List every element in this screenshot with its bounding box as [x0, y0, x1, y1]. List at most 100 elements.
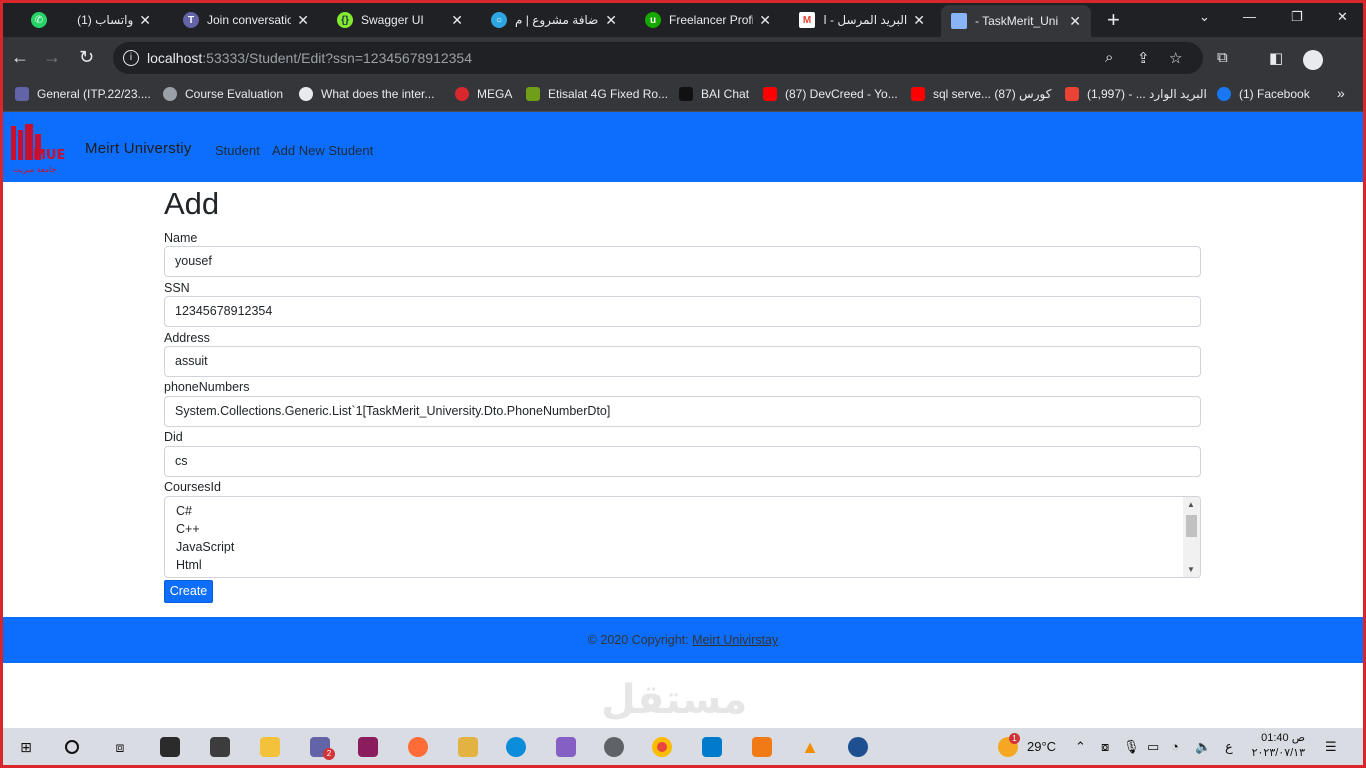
scroll-down-icon[interactable]: ▼ — [1187, 565, 1195, 574]
postman-icon[interactable] — [407, 736, 429, 758]
address-bar[interactable]: i localhost:53333/Student/Edit?ssn=12345… — [113, 42, 1203, 74]
bookmark-item[interactable]: BAI Chat — [679, 87, 749, 101]
bookmark-item[interactable]: General (ITP.22/23.... — [15, 87, 151, 101]
courses-multiselect[interactable]: C# C++ JavaScript Html ▲ ▼ — [164, 496, 1201, 578]
pdf-reader-icon[interactable] — [751, 736, 773, 758]
temperature-text[interactable]: 29°C — [1027, 739, 1056, 754]
restore-icon[interactable]: ❐ — [1291, 9, 1303, 25]
file-explorer-icon[interactable] — [259, 736, 281, 758]
course-option[interactable]: Html — [176, 558, 202, 572]
media-player-icon[interactable] — [847, 736, 869, 758]
address-input[interactable]: assuit — [164, 346, 1201, 377]
browser-tab-gmail[interactable]: M البريد المرسل - ا ✕ — [789, 5, 935, 35]
windows-start-icon[interactable]: ⊞ — [15, 736, 37, 758]
bookmark-item[interactable]: sql serve... كورس (87) — [911, 87, 1051, 101]
meet-now-icon[interactable]: ⧇ — [1101, 739, 1109, 755]
bookmark-label: (87) DevCreed - Yo... — [785, 87, 898, 101]
bookmark-item[interactable]: Course Evaluation — [163, 87, 283, 101]
navbar-brand[interactable]: Meirt Universtiy — [85, 140, 192, 157]
store-icon[interactable] — [159, 736, 181, 758]
close-tab-icon[interactable]: ✕ — [1069, 13, 1081, 30]
did-input[interactable]: cs — [164, 446, 1201, 477]
watermark: مستقل — [601, 677, 748, 723]
gmail-icon — [1065, 87, 1079, 101]
create-button[interactable]: Create — [164, 580, 213, 603]
bookmark-item[interactable]: MEGA — [455, 87, 512, 101]
vscode-icon[interactable] — [701, 736, 723, 758]
edge-icon[interactable] — [505, 736, 527, 758]
close-tab-icon[interactable]: ✕ — [759, 12, 771, 29]
close-tab-icon[interactable]: ✕ — [913, 12, 925, 29]
battery-icon[interactable]: ▭ — [1147, 739, 1159, 755]
bookmark-item[interactable]: (87) DevCreed - Yo... — [763, 87, 898, 101]
facebook-icon — [1217, 87, 1231, 101]
input-language[interactable]: ع — [1225, 739, 1233, 755]
close-tab-icon[interactable]: ✕ — [297, 12, 309, 29]
reload-icon[interactable]: ↻ — [79, 47, 94, 68]
task-view-icon[interactable]: ⧈ — [109, 736, 131, 758]
wifi-icon[interactable]: ◔ — [1171, 739, 1179, 754]
visual-studio-icon[interactable] — [555, 736, 577, 758]
weather-icon[interactable]: 1 — [997, 733, 1020, 758]
ssn-input[interactable]: 12345678912354 — [164, 296, 1201, 327]
course-option[interactable]: C# — [176, 504, 192, 518]
system-clock[interactable]: 01:40 ص ٢٠٢٣/٠٧/١٣ — [1233, 731, 1305, 761]
zoom-icon[interactable]: ⌕ — [1105, 49, 1113, 66]
bookmark-item[interactable]: البريد الوارد ... - (1,997) — [1065, 87, 1207, 101]
mega-icon — [455, 87, 469, 101]
side-panel-icon[interactable]: ◧ — [1269, 49, 1283, 67]
volume-icon[interactable]: 🔈 — [1195, 739, 1211, 755]
browser-tab-upwork[interactable]: u Freelancer Profi ✕ — [635, 5, 781, 35]
profile-avatar[interactable] — [1303, 50, 1323, 70]
browser-tab-mostaql[interactable]: ○ إضافة مشروع | م ✕ — [481, 5, 627, 35]
courses-scrollbar[interactable]: ▲ ▼ — [1183, 497, 1200, 577]
phone-numbers-input[interactable]: System.Collections.Generic.List`1[TaskMe… — [164, 396, 1201, 427]
forward-icon[interactable]: → — [43, 47, 61, 68]
close-tab-icon[interactable]: ✕ — [605, 12, 617, 29]
microphone-icon[interactable]: 🎙 — [1123, 739, 1140, 755]
browser-tab-whatsapp[interactable]: ✆ (1) واتساب ✕ — [21, 5, 161, 35]
bookmark-item[interactable]: What does the inter... — [299, 87, 434, 101]
close-window-icon[interactable]: ✕ — [1337, 9, 1348, 25]
course-option[interactable]: C++ — [176, 522, 200, 536]
nav-link-student[interactable]: Student — [215, 143, 260, 158]
swagger-icon: {} — [337, 12, 353, 28]
browser-tab-strip: ✆ (1) واتساب ✕ T Join conversatio ✕ {} S… — [3, 3, 1363, 37]
scroll-up-icon[interactable]: ▲ — [1187, 500, 1195, 509]
back-icon[interactable]: ← — [11, 47, 29, 68]
new-tab-button[interactable]: + — [1107, 7, 1120, 33]
footer-link[interactable]: Meirt Univirstay — [692, 633, 778, 647]
notifications-icon[interactable]: ☰ — [1325, 739, 1337, 755]
search-icon[interactable] — [61, 736, 83, 758]
course-option[interactable]: JavaScript — [176, 540, 234, 554]
chevron-up-icon[interactable]: ⌃ — [1075, 739, 1086, 755]
minimize-icon[interactable]: — — [1243, 9, 1256, 24]
mail-icon[interactable] — [209, 736, 231, 758]
teams-icon[interactable]: 2 — [309, 736, 335, 760]
extensions-icon[interactable]: ⧉ — [1217, 49, 1228, 66]
whatsapp-icon[interactable] — [603, 736, 625, 758]
clock-time: 01:40 ص — [1261, 732, 1305, 744]
winrar-icon[interactable] — [357, 736, 379, 758]
browser-tab-taskmerit[interactable]: - TaskMerit_Uni ✕ — [941, 5, 1091, 37]
bookmark-label: sql serve... كورس (87) — [933, 87, 1052, 101]
courses-label: CoursesId — [164, 480, 221, 494]
browser-tab-swagger[interactable]: {} Swagger UI ✕ — [327, 5, 473, 35]
share-icon[interactable]: ⇪ — [1137, 49, 1150, 67]
bookmark-item[interactable]: (1) Facebook — [1217, 87, 1310, 101]
vlc-icon[interactable]: ▲ — [799, 736, 821, 758]
bookmark-star-icon[interactable]: ☆ — [1169, 49, 1182, 67]
close-tab-icon[interactable]: ✕ — [451, 12, 463, 29]
snipping-tool-icon[interactable] — [457, 736, 479, 758]
nav-link-add-new-student[interactable]: Add New Student — [272, 143, 373, 158]
chrome-icon[interactable] — [651, 736, 673, 758]
close-tab-icon[interactable]: ✕ — [139, 12, 151, 29]
site-info-icon[interactable]: i — [123, 50, 139, 66]
tab-search-icon[interactable]: ⌄ — [1199, 9, 1210, 25]
more-bookmarks-icon[interactable]: » — [1337, 85, 1345, 101]
scrollbar-thumb[interactable] — [1186, 515, 1197, 537]
bookmark-item[interactable]: Etisalat 4G Fixed Ro... — [526, 87, 668, 101]
browser-tab-teams[interactable]: T Join conversatio ✕ — [173, 5, 319, 35]
name-input[interactable]: yousef — [164, 246, 1201, 277]
university-logo[interactable]: MUE جامعة ميريت — [9, 122, 73, 174]
